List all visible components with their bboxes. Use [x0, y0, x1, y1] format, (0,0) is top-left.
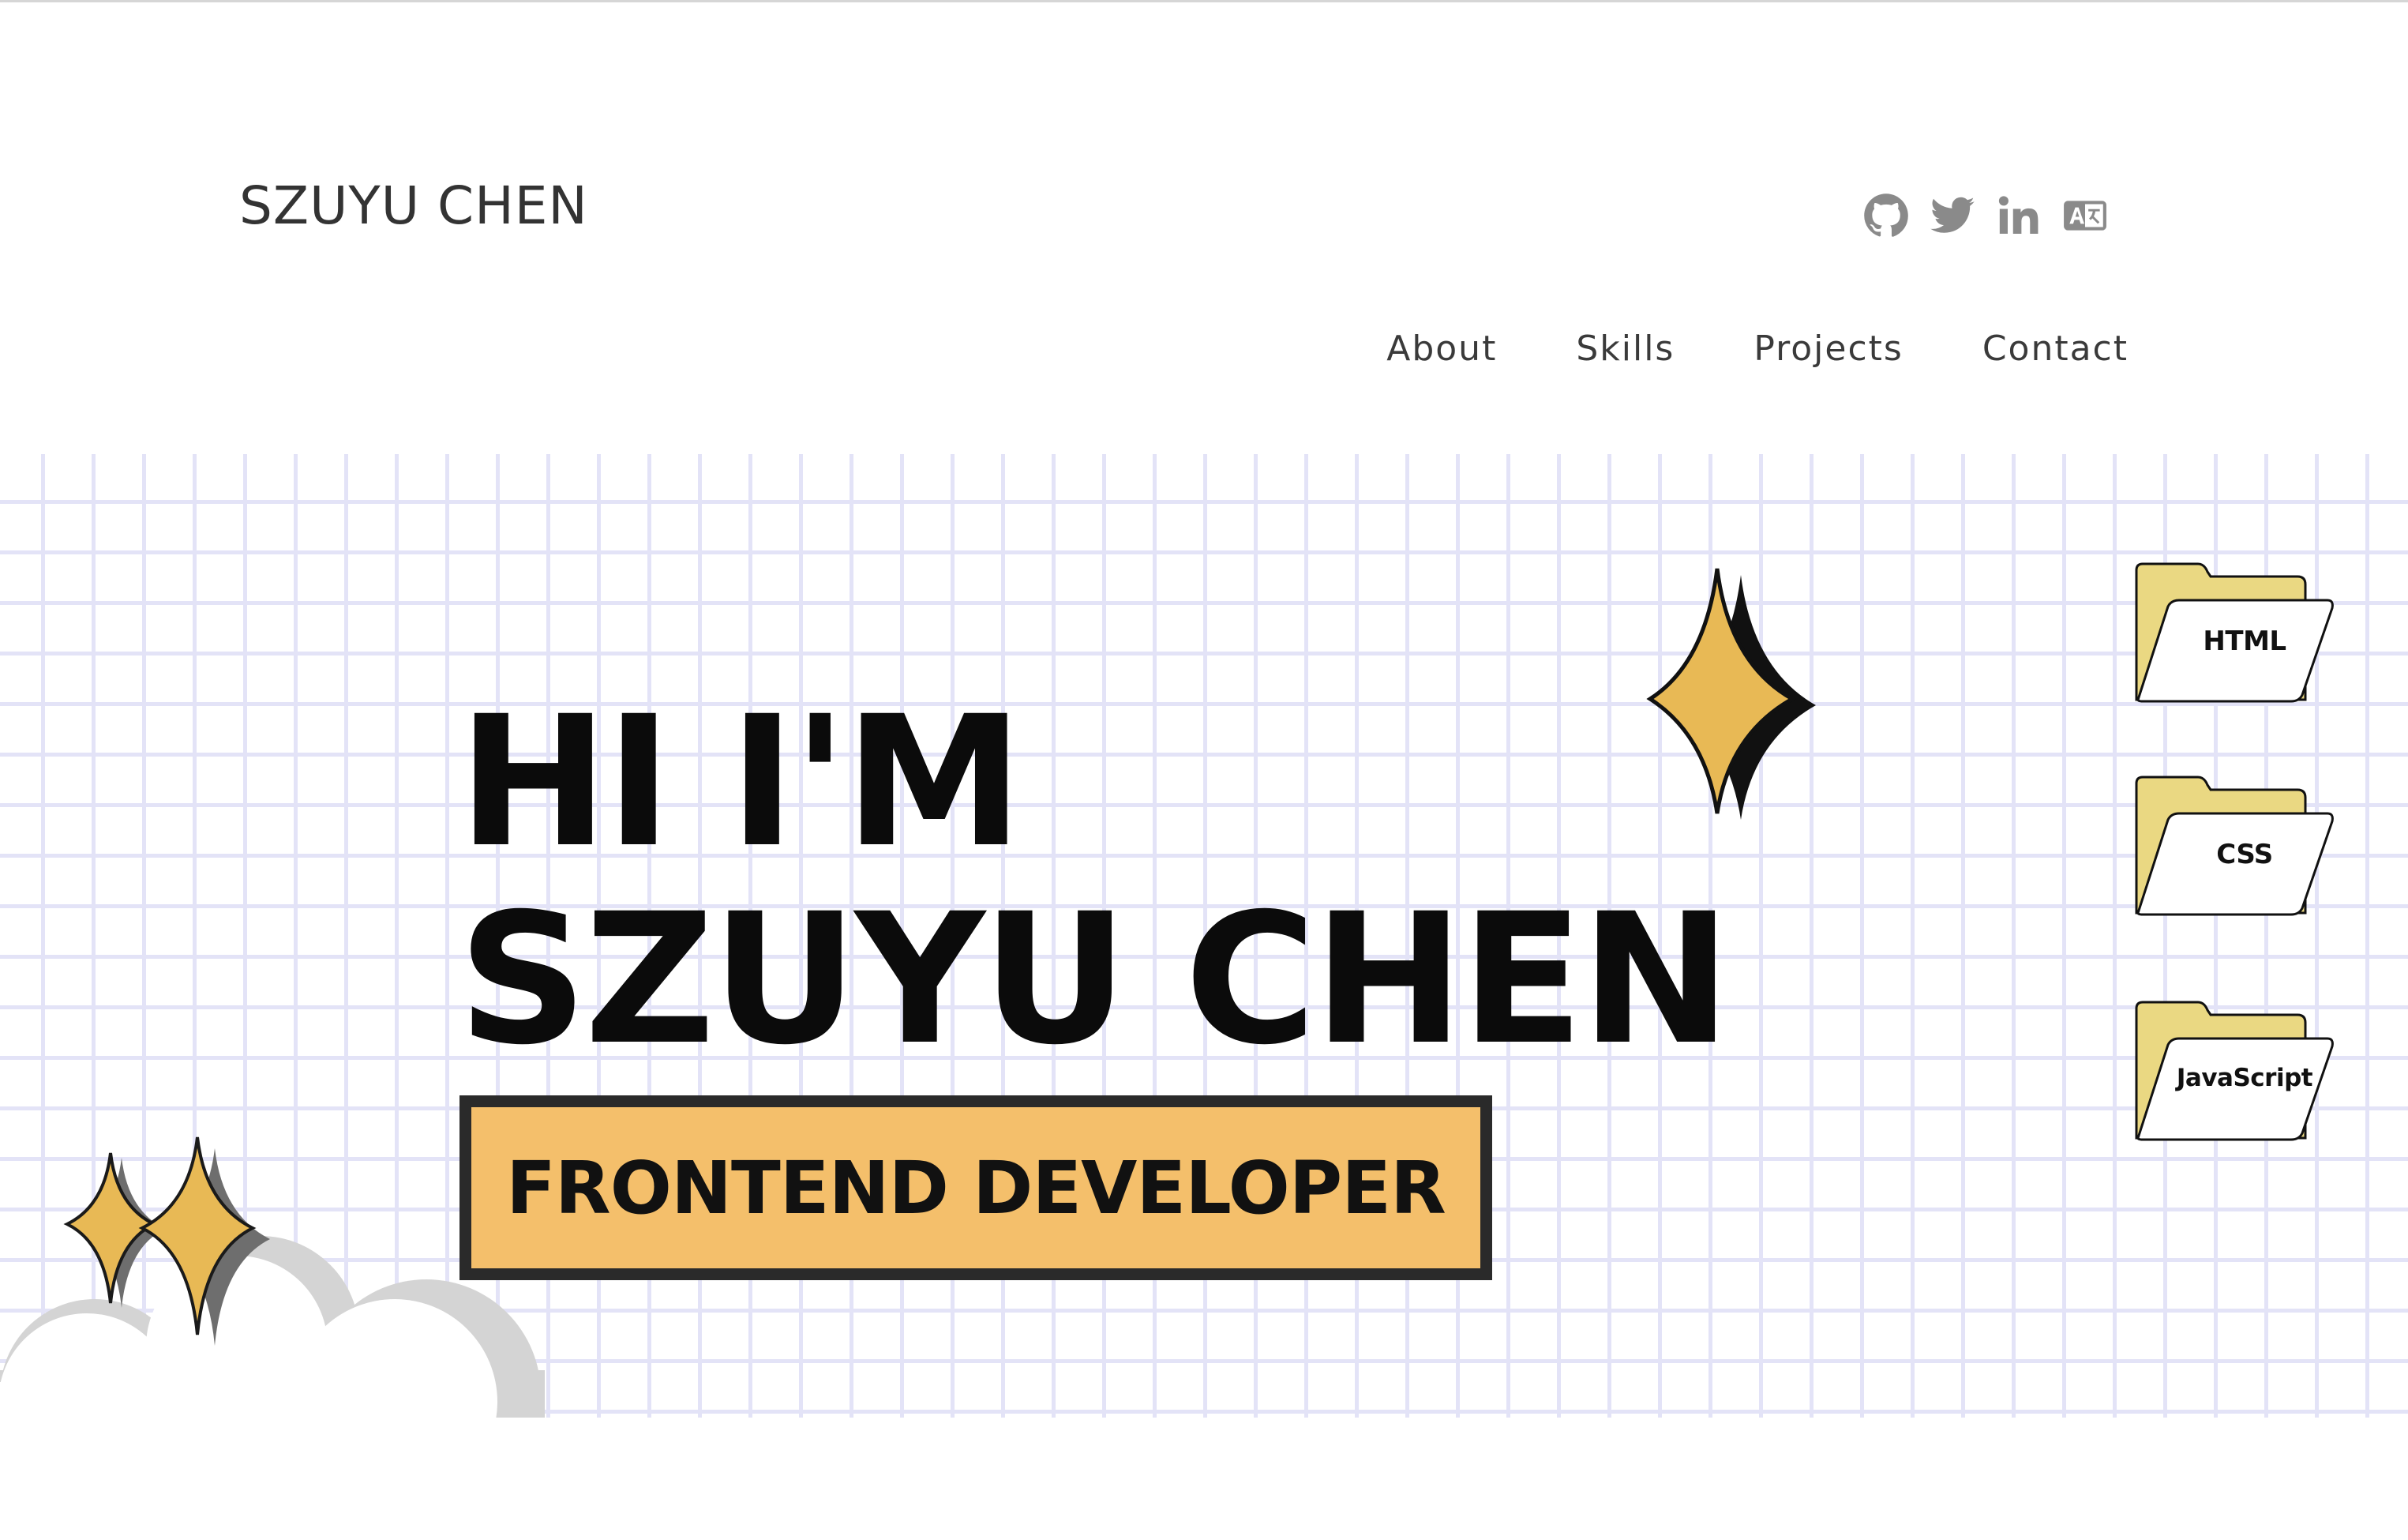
translate-icon[interactable] [2062, 193, 2108, 239]
folder-javascript-label: JavaScript [2176, 1064, 2313, 1092]
nav-skills-link[interactable]: Skills [1576, 332, 1675, 366]
role-badge-label: FRONTEND DEVELOPER [506, 1145, 1446, 1230]
folder-css-button[interactable]: CSS [2132, 774, 2337, 918]
social-links [1863, 193, 2108, 239]
hero-title-line2: SZUYU CHEN [458, 874, 1731, 1084]
twitter-icon[interactable] [1930, 193, 1975, 239]
top-border [0, 0, 2408, 2]
folder-html-label: HTML [2203, 625, 2286, 657]
sparkles-small-icon [63, 1136, 270, 1346]
linkedin-icon[interactable] [1996, 193, 2042, 239]
folder-css-label: CSS [2216, 839, 2273, 870]
hero-title-line1: HI I'M [458, 677, 1024, 887]
github-icon[interactable] [1863, 193, 1909, 239]
nav-about-link[interactable]: About [1386, 332, 1497, 366]
main-nav: About Skills Projects Contact [1386, 332, 2129, 366]
nav-contact-link[interactable]: Contact [1982, 332, 2129, 366]
site-logo[interactable]: SZUYU CHEN [239, 180, 588, 232]
folder-html-button[interactable]: HTML [2132, 561, 2337, 704]
role-badge: FRONTEND DEVELOPER [459, 1095, 1492, 1280]
hero-section: HI I'M SZUYU CHEN FRONTEND DEVELOPER HTM… [0, 454, 2408, 1418]
folder-javascript-button[interactable]: JavaScript [2132, 999, 2337, 1143]
hero-title: HI I'M SZUYU CHEN [458, 677, 1731, 1084]
nav-projects-link[interactable]: Projects [1753, 332, 1903, 366]
